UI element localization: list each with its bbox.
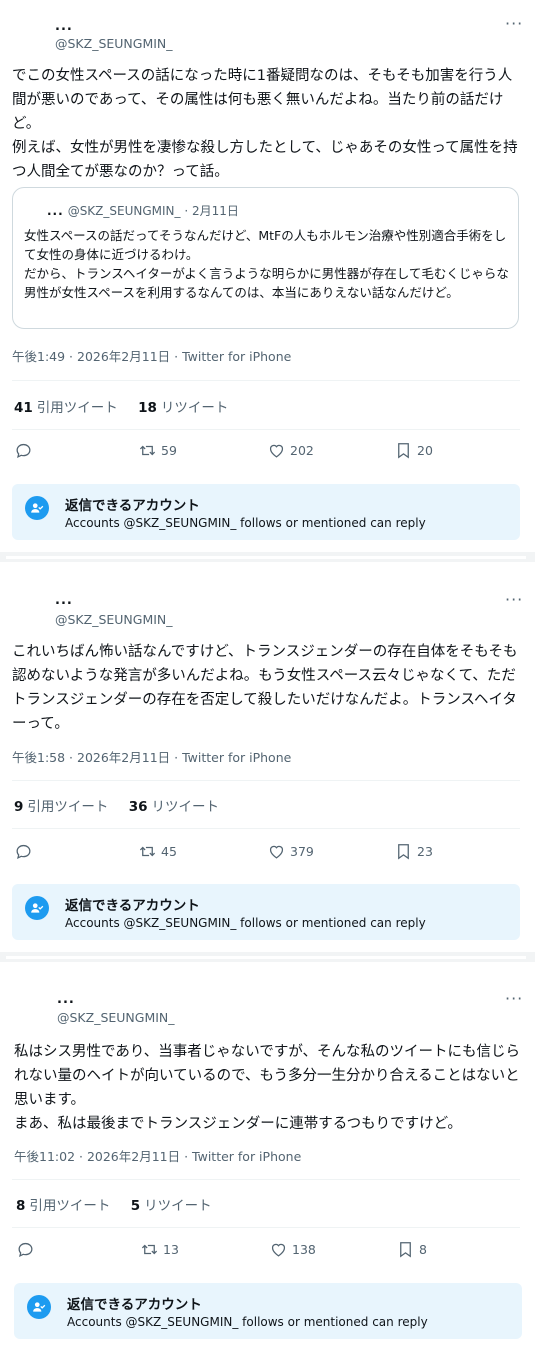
reply-restriction-description: Accounts @SKZ_SEUNGMIN_ follows or menti… bbox=[67, 1315, 428, 1329]
people-check-icon bbox=[25, 896, 49, 920]
bookmark-count: 20 bbox=[417, 443, 433, 458]
quote-tweets-link[interactable]: 41 引用ツイート bbox=[14, 400, 118, 416]
quoted-display-name: ... bbox=[47, 204, 64, 218]
retweet-count: 13 bbox=[163, 1242, 179, 1257]
divider bbox=[12, 1179, 520, 1180]
bookmark-icon bbox=[398, 443, 409, 459]
action-bar: 45 379 23 bbox=[14, 842, 514, 864]
handle[interactable]: @SKZ_SEUNGMIN_ bbox=[57, 1010, 175, 1025]
engagement-counts: 41 引用ツイート 18 リツイート bbox=[14, 396, 244, 416]
retweets-link[interactable]: 36 リツイート bbox=[129, 799, 219, 815]
reply-restriction-title: 返信できるアカウント bbox=[67, 1297, 202, 1313]
display-name[interactable]: ... bbox=[55, 594, 73, 608]
more-icon[interactable]: ··· bbox=[505, 592, 523, 608]
bookmark-icon bbox=[400, 1242, 411, 1258]
tweet-separator bbox=[0, 952, 535, 962]
more-icon[interactable]: ··· bbox=[505, 16, 523, 32]
like-icon bbox=[269, 845, 284, 859]
divider bbox=[12, 429, 520, 430]
like-button[interactable]: 138 bbox=[269, 1240, 316, 1259]
retweet-button[interactable]: 59 bbox=[138, 441, 177, 460]
bookmark-icon bbox=[398, 844, 409, 860]
engagement-counts: 8 引用ツイート 5 リツイート bbox=[16, 1194, 228, 1214]
divider bbox=[12, 1227, 520, 1228]
engagement-counts: 9 引用ツイート 36 リツイート bbox=[14, 795, 235, 815]
divider bbox=[12, 380, 520, 381]
retweet-button[interactable]: 13 bbox=[140, 1240, 179, 1259]
retweet-count: 59 bbox=[161, 443, 177, 458]
people-check-icon bbox=[27, 1295, 51, 1319]
reply-restriction-title: 返信できるアカウント bbox=[65, 898, 200, 914]
action-bar: 13 138 8 bbox=[16, 1240, 516, 1262]
reply-restriction-description: Accounts @SKZ_SEUNGMIN_ follows or menti… bbox=[65, 516, 426, 530]
reply-icon bbox=[16, 443, 31, 458]
reply-restriction-title: 返信できるアカウント bbox=[65, 498, 200, 514]
like-button[interactable]: 379 bbox=[267, 842, 314, 861]
tweet-2: ... @SKZ_SEUNGMIN_ ··· これいちばん怖い話なんですけど、ト… bbox=[0, 562, 535, 952]
bookmark-button[interactable]: 20 bbox=[394, 441, 433, 460]
like-count: 138 bbox=[292, 1242, 316, 1257]
reply-button[interactable] bbox=[14, 441, 33, 460]
like-icon bbox=[271, 1243, 286, 1257]
bookmark-button[interactable]: 8 bbox=[396, 1240, 427, 1259]
tweet-1: ... @SKZ_SEUNGMIN_ ··· でこの女性スペースの話になった時に… bbox=[0, 0, 535, 552]
quoted-tweet[interactable]: ... @SKZ_SEUNGMIN_ · 2月11日 女性スペースの話だってそうな… bbox=[12, 187, 519, 329]
quote-tweets-link[interactable]: 9 引用ツイート bbox=[14, 799, 108, 815]
retweet-icon bbox=[141, 1244, 158, 1255]
tweet-timestamp[interactable]: 午後1:49 · 2026年2月11日 · Twitter for iPhone bbox=[12, 346, 291, 365]
reply-restriction-notice: 返信できるアカウント Accounts @SKZ_SEUNGMIN_ follo… bbox=[12, 884, 520, 940]
retweet-count: 45 bbox=[161, 844, 177, 859]
people-check-icon bbox=[25, 496, 49, 520]
tweet-timestamp[interactable]: 午後11:02 · 2026年2月11日 · Twitter for iPhon… bbox=[14, 1146, 301, 1165]
retweet-icon bbox=[139, 445, 156, 456]
like-button[interactable]: 202 bbox=[267, 441, 314, 460]
tweet-separator bbox=[0, 552, 535, 562]
bookmark-button[interactable]: 23 bbox=[394, 842, 433, 861]
handle[interactable]: @SKZ_SEUNGMIN_ bbox=[55, 36, 173, 51]
reply-icon bbox=[18, 1242, 33, 1257]
tweet-text: でこの女性スペースの話になった時に1番疑問なのは、そもそも加害を行う人間が悪いの… bbox=[12, 68, 518, 180]
retweets-link[interactable]: 18 リツイート bbox=[138, 400, 228, 416]
retweet-icon bbox=[139, 846, 156, 857]
display-name[interactable]: ... bbox=[57, 993, 75, 1007]
quoted-handle-date: @SKZ_SEUNGMIN_ · 2月11日 bbox=[67, 204, 239, 218]
like-icon bbox=[269, 444, 284, 458]
reply-restriction-notice: 返信できるアカウント Accounts @SKZ_SEUNGMIN_ follo… bbox=[14, 1283, 522, 1339]
handle[interactable]: @SKZ_SEUNGMIN_ bbox=[55, 612, 173, 627]
reply-restriction-notice: 返信できるアカウント Accounts @SKZ_SEUNGMIN_ follo… bbox=[12, 484, 520, 540]
reply-icon bbox=[16, 844, 31, 859]
retweets-link[interactable]: 5 リツイート bbox=[131, 1198, 212, 1214]
divider bbox=[12, 828, 520, 829]
more-icon[interactable]: ··· bbox=[505, 991, 523, 1007]
like-count: 379 bbox=[290, 844, 314, 859]
reply-button[interactable] bbox=[14, 842, 33, 861]
action-bar: 59 202 20 bbox=[14, 441, 514, 463]
quoted-tweet-header: ... @SKZ_SEUNGMIN_ · 2月11日 bbox=[47, 202, 239, 219]
tweet-text: これいちばん怖い話なんですけど、トランスジェンダーの存在自体をそもそも認めないよ… bbox=[12, 644, 518, 732]
bookmark-count: 23 bbox=[417, 844, 433, 859]
quote-tweets-link[interactable]: 8 引用ツイート bbox=[16, 1198, 110, 1214]
reply-restriction-description: Accounts @SKZ_SEUNGMIN_ follows or menti… bbox=[65, 916, 426, 930]
bookmark-count: 8 bbox=[419, 1242, 427, 1257]
tweet-timestamp[interactable]: 午後1:58 · 2026年2月11日 · Twitter for iPhone bbox=[12, 747, 291, 766]
tweet-text: 私はシス男性であり、当事者じゃないですが、そんな私のツイートにも信じられない量の… bbox=[14, 1044, 521, 1132]
display-name[interactable]: ... bbox=[55, 20, 73, 34]
like-count: 202 bbox=[290, 443, 314, 458]
retweet-button[interactable]: 45 bbox=[138, 842, 177, 861]
tweet-3: ... @SKZ_SEUNGMIN_ ··· 私はシス男性であり、当事者じゃない… bbox=[0, 962, 535, 1357]
reply-button[interactable] bbox=[16, 1240, 35, 1259]
divider bbox=[12, 780, 520, 781]
quoted-tweet-text: 女性スペースの話だってそうなんだけど、MtFの人もホルモン治療や性別適合手術をし… bbox=[24, 228, 509, 300]
